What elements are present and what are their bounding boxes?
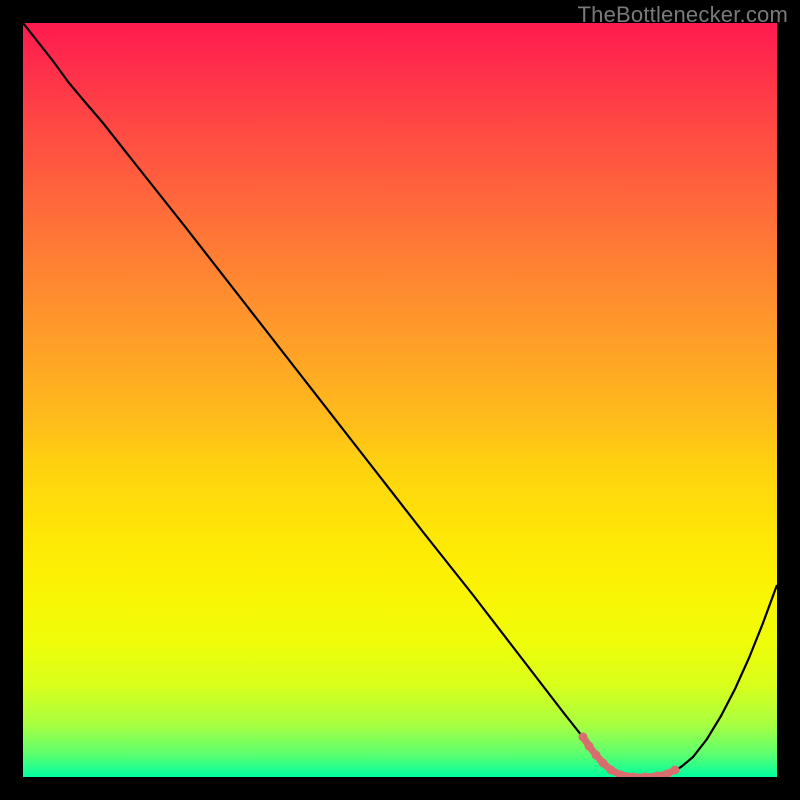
chart-plot-area [23, 23, 777, 777]
bottleneck-curve [23, 23, 777, 777]
chart-svg [23, 23, 777, 777]
watermark-text: TheBottlenecker.com [578, 2, 788, 28]
valley-markers [579, 733, 680, 778]
